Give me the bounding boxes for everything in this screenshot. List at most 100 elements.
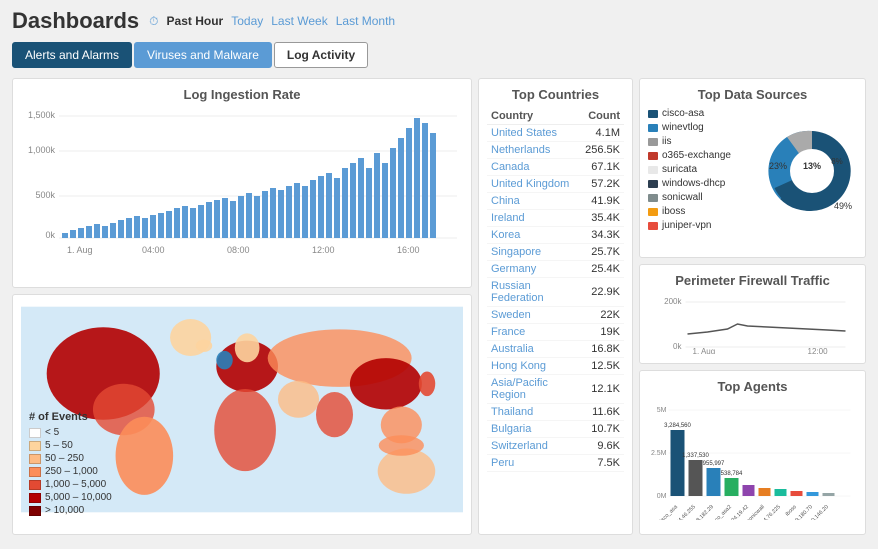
today-link[interactable]: Today bbox=[231, 14, 263, 28]
datasource-legend-item: sonicwall bbox=[648, 192, 759, 203]
svg-text:5M: 5M bbox=[657, 407, 667, 414]
country-link[interactable]: Bulgaria bbox=[491, 423, 531, 435]
table-row: Hong Kong12.5K bbox=[487, 358, 624, 375]
ds-color-5 bbox=[648, 180, 658, 188]
svg-text:8%: 8% bbox=[831, 157, 843, 166]
svg-text:500k: 500k bbox=[35, 190, 55, 200]
country-link[interactable]: Switzerland bbox=[491, 440, 548, 452]
active-time[interactable]: Past Hour bbox=[167, 14, 224, 28]
legend-item-6: 5,000 – 10,000 bbox=[29, 492, 112, 503]
datasource-legend-item: cisco-asa bbox=[648, 108, 759, 119]
tab-log-activity[interactable]: Log Activity bbox=[274, 42, 368, 68]
legend-color-7 bbox=[29, 506, 41, 516]
country-link[interactable]: United States bbox=[491, 127, 557, 139]
svg-text:12:00: 12:00 bbox=[808, 347, 829, 354]
table-row: China41.9K bbox=[487, 193, 624, 210]
map-legend: # of Events < 5 5 – 50 50 – 250 bbox=[29, 411, 112, 518]
country-link[interactable]: Korea bbox=[491, 229, 520, 241]
page-title: Dashboards bbox=[12, 8, 139, 34]
legend-label-1: < 5 bbox=[45, 427, 59, 438]
svg-text:16:00: 16:00 bbox=[397, 245, 420, 255]
ds-label-2: iis bbox=[662, 136, 671, 147]
log-ingestion-title: Log Ingestion Rate bbox=[21, 87, 463, 102]
top-countries-panel: Top Countries Country Count United State… bbox=[478, 78, 633, 535]
svg-text:1,000k: 1,000k bbox=[28, 145, 56, 155]
country-link[interactable]: Russian Federation bbox=[491, 280, 544, 304]
country-link[interactable]: France bbox=[491, 326, 525, 338]
ds-label-1: winevtlog bbox=[662, 122, 704, 133]
tab-alerts-alarms[interactable]: Alerts and Alarms bbox=[12, 42, 132, 68]
ds-label-3: o365-exchange bbox=[662, 150, 731, 161]
chart-svg: 1,500k 1,000k 500k 0k bbox=[21, 108, 463, 258]
table-row: Bulgaria10.7K bbox=[487, 421, 624, 438]
svg-text:1,500k: 1,500k bbox=[28, 110, 56, 120]
top-agents-panel: Top Agents 5M 2.5M 0M 3,284,560 1,337,53… bbox=[639, 370, 866, 535]
country-link[interactable]: Sweden bbox=[491, 309, 531, 321]
legend-label-5: 1,000 – 5,000 bbox=[45, 479, 106, 490]
country-link[interactable]: Canada bbox=[491, 161, 530, 173]
table-row: Korea34.3K bbox=[487, 227, 624, 244]
country-link[interactable]: Netherlands bbox=[491, 144, 550, 156]
ds-color-6 bbox=[648, 194, 658, 202]
ds-label-4: suricata bbox=[662, 164, 697, 175]
datasources-content: cisco-asa winevtlog iis o365-exchange surica… bbox=[648, 108, 857, 234]
table-row: Australia16.8K bbox=[487, 341, 624, 358]
country-link[interactable]: Thailand bbox=[491, 406, 533, 418]
svg-text:955,997: 955,997 bbox=[703, 461, 725, 467]
legend-item-5: 1,000 – 5,000 bbox=[29, 479, 112, 490]
ds-color-4 bbox=[648, 166, 658, 174]
legend-label-4: 250 – 1,000 bbox=[45, 466, 98, 477]
datasource-legend-item: o365-exchange bbox=[648, 150, 759, 161]
table-row: Singapore25.7K bbox=[487, 244, 624, 261]
country-link[interactable]: Germany bbox=[491, 263, 536, 275]
country-link[interactable]: Australia bbox=[491, 343, 534, 355]
country-link[interactable]: China bbox=[491, 195, 520, 207]
ds-label-5: windows-dhcp bbox=[662, 178, 725, 189]
legend-color-4 bbox=[29, 467, 41, 477]
country-link[interactable]: United Kingdom bbox=[491, 178, 569, 190]
country-link[interactable]: Peru bbox=[491, 457, 514, 469]
right-column: Top Data Sources cisco-asawinevtlogiiso3… bbox=[639, 78, 866, 535]
svg-text:04:00: 04:00 bbox=[142, 245, 165, 255]
top-countries-title: Top Countries bbox=[487, 87, 624, 102]
legend-color-1 bbox=[29, 428, 41, 438]
legend-label-2: 5 – 50 bbox=[45, 440, 73, 451]
col-country: Country bbox=[487, 108, 581, 125]
last-month-link[interactable]: Last Month bbox=[336, 14, 395, 28]
countries-table: Country Count United States4.1MNetherlan… bbox=[487, 108, 624, 472]
legend-label-6: 5,000 – 10,000 bbox=[45, 492, 112, 503]
ds-label-6: sonicwall bbox=[662, 192, 703, 203]
legend-item-7: > 10,000 bbox=[29, 505, 112, 516]
table-row: Peru7.5K bbox=[487, 455, 624, 472]
svg-text:ral_cisco_asa: ral_cisco_asa bbox=[651, 504, 680, 520]
legend-item-4: 250 – 1,000 bbox=[29, 466, 112, 477]
ds-color-2 bbox=[648, 138, 658, 146]
legend-title: # of Events bbox=[29, 411, 112, 423]
datasource-legend-item: juniper-vpn bbox=[648, 220, 759, 231]
tab-bar: Alerts and Alarms Viruses and Malware Lo… bbox=[0, 38, 878, 72]
legend-color-3 bbox=[29, 454, 41, 464]
ds-color-8 bbox=[648, 222, 658, 230]
country-link[interactable]: Ireland bbox=[491, 212, 525, 224]
left-column: Log Ingestion Rate 1,500k 1,000k 500k 0k bbox=[12, 78, 472, 535]
svg-text:2.5M: 2.5M bbox=[651, 450, 667, 457]
tab-viruses-malware[interactable]: Viruses and Malware bbox=[134, 42, 272, 68]
ds-color-7 bbox=[648, 208, 658, 216]
last-week-link[interactable]: Last Week bbox=[271, 14, 327, 28]
svg-text:3,284,560: 3,284,560 bbox=[664, 423, 691, 429]
table-row: Thailand11.6K bbox=[487, 404, 624, 421]
country-link[interactable]: Asia/Pacific Region bbox=[491, 377, 548, 401]
agents-title: Top Agents bbox=[648, 379, 857, 394]
top-data-sources-panel: Top Data Sources cisco-asawinevtlogiiso3… bbox=[639, 78, 866, 258]
table-row: Netherlands256.5K bbox=[487, 142, 624, 159]
svg-text:538,784: 538,784 bbox=[721, 471, 743, 477]
legend-item-2: 5 – 50 bbox=[29, 440, 112, 451]
log-ingestion-panel: Log Ingestion Rate 1,500k 1,000k 500k 0k bbox=[12, 78, 472, 288]
ds-label-0: cisco-asa bbox=[662, 108, 704, 119]
svg-text:1. Aug: 1. Aug bbox=[693, 347, 716, 354]
legend-item-3: 50 – 250 bbox=[29, 453, 112, 464]
country-link[interactable]: Singapore bbox=[491, 246, 541, 258]
country-link[interactable]: Hong Kong bbox=[491, 360, 546, 372]
legend-label-3: 50 – 250 bbox=[45, 453, 84, 464]
table-row: Russian Federation22.9K bbox=[487, 278, 624, 307]
